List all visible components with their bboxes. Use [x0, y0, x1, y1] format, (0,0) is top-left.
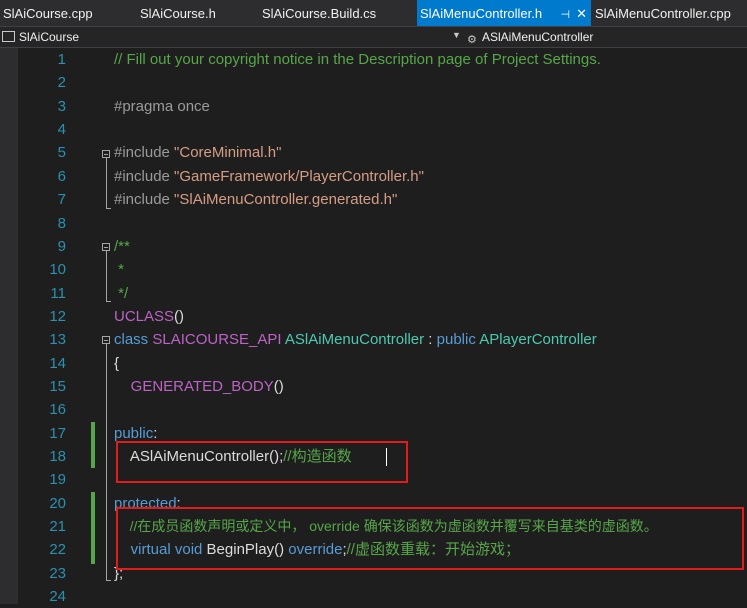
line-number: 1 [57, 51, 66, 68]
line-number: 17 [49, 425, 66, 442]
tab-slaicourse-h[interactable]: SlAiCourse.h [137, 0, 255, 26]
close-icon[interactable]: ✕ [576, 6, 587, 21]
code-text: { [114, 355, 120, 372]
line-number: 24 [49, 588, 66, 605]
code-line: 14 { [0, 352, 747, 375]
scope-name: ASlAiMenuController [482, 30, 594, 44]
code-text: #include "GameFramework/PlayerController… [114, 168, 424, 185]
code-line: 8 [0, 212, 747, 235]
code-line: 9 /** [0, 235, 747, 258]
tab-label: SlAiCourse.Build.cs [262, 6, 377, 21]
line-number: 13 [49, 331, 66, 348]
line-number: 15 [49, 378, 66, 395]
line-number: 7 [57, 191, 66, 208]
line-number: 11 [50, 285, 66, 302]
code-text: * [114, 261, 125, 278]
code-line: 15 GENERATED_BODY() [0, 375, 747, 398]
line-number: 12 [49, 308, 66, 325]
line-number: 6 [57, 168, 66, 185]
tab-slaimenucontroller-cpp[interactable]: SlAiMenuController.cpp [592, 0, 747, 26]
tab-label: SlAiCourse.h [140, 6, 216, 21]
code-text: GENERATED_BODY() [130, 378, 284, 395]
project-icon [2, 31, 15, 43]
document-tab-bar: SlAiCourse.cpp SlAiCourse.h SlAiCourse.B… [0, 0, 747, 26]
line-number: 2 [57, 74, 66, 91]
code-line: 12 UCLASS() [0, 305, 747, 328]
code-line: 1 // Fill out your copyright notice in t… [0, 48, 747, 71]
code-text: /** [114, 238, 130, 255]
code-line: 24 [0, 585, 747, 608]
code-line: 13 class SLAICOURSE_API ASlAiMenuControl… [0, 328, 747, 351]
line-number: 9 [57, 238, 66, 255]
tab-slaicourse-cpp[interactable]: SlAiCourse.cpp [0, 0, 133, 26]
project-dropdown[interactable]: SlAiCourse [2, 29, 79, 45]
line-number: 22 [49, 541, 66, 558]
code-text: UCLASS() [114, 308, 185, 325]
code-text: */ [114, 285, 129, 302]
navigation-bar: SlAiCourse ▼ ⚙ ASlAiMenuController [0, 26, 747, 48]
code-line: 2 [0, 71, 747, 94]
code-text: class SLAICOURSE_API ASlAiMenuController… [114, 331, 597, 348]
tab-label: SlAiMenuController.h [420, 6, 543, 21]
tab-slaimenucontroller-h[interactable]: SlAiMenuController.h ⊣ ✕ [417, 0, 591, 26]
line-number: 23 [49, 565, 66, 582]
tab-label: SlAiMenuController.cpp [595, 6, 731, 21]
line-number: 18 [49, 448, 66, 465]
class-icon: ⚙ [467, 33, 477, 46]
code-line: 10 * [0, 258, 747, 281]
line-number: 10 [49, 261, 66, 278]
line-number: 3 [57, 98, 66, 115]
line-number: 14 [49, 355, 66, 372]
code-line: 4 [0, 118, 747, 141]
code-line: 5 #include "CoreMinimal.h" [0, 141, 747, 164]
code-text: // Fill out your copyright notice in the… [114, 51, 601, 68]
code-text: #include "SlAiMenuController.generated.h… [114, 191, 398, 208]
scope-dropdown[interactable]: ⚙ ASlAiMenuController [467, 29, 594, 46]
line-number: 16 [49, 401, 66, 418]
pin-icon[interactable]: ⊣ [561, 9, 571, 21]
line-number: 4 [57, 121, 66, 138]
tab-label: SlAiCourse.cpp [3, 6, 93, 21]
line-number: 20 [49, 495, 66, 512]
annotation-box-constructor [116, 441, 408, 483]
annotation-box-beginplay [116, 507, 744, 570]
line-number: 19 [49, 471, 66, 488]
code-line: 6 #include "GameFramework/PlayerControll… [0, 165, 747, 188]
line-number: 21 [49, 518, 66, 535]
code-line: 16 [0, 398, 747, 421]
code-line: 11 */ [0, 282, 747, 305]
tab-slaicourse-build-cs[interactable]: SlAiCourse.Build.cs [259, 0, 413, 26]
chevron-down-icon[interactable]: ▼ [452, 30, 461, 40]
code-text: #include "CoreMinimal.h" [114, 144, 282, 161]
line-number: 5 [57, 144, 66, 161]
project-name: SlAiCourse [19, 30, 80, 44]
code-line: 3 #pragma once [0, 95, 747, 118]
code-text: #pragma once [114, 98, 210, 115]
line-number: 8 [57, 215, 66, 232]
code-line: 7 #include "SlAiMenuController.generated… [0, 188, 747, 211]
